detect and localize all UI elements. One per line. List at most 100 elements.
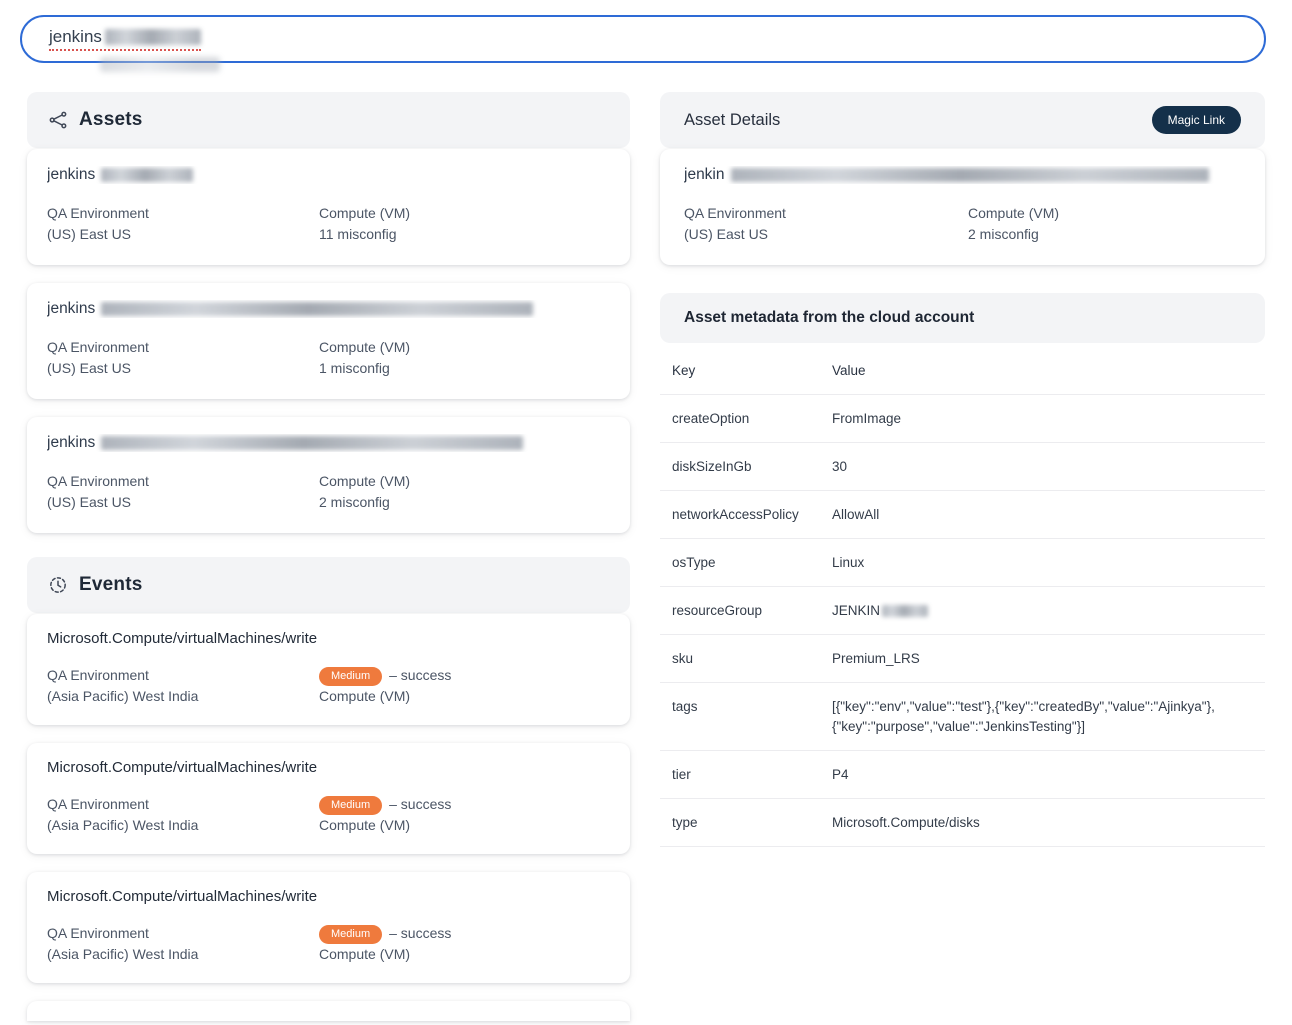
asset-card[interactable]: jenkins QA Environment (US) East US Comp… [27, 417, 630, 533]
metadata-title: Asset metadata from the cloud account [684, 309, 974, 327]
meta-value: JENKIN [820, 587, 1265, 635]
asset-region: (US) East US [47, 358, 319, 379]
assets-section-header: Assets [27, 92, 630, 148]
asset-misconfig-count: 2 misconfig [968, 224, 1059, 245]
metadata-row: createOption FromImage [660, 395, 1265, 443]
metadata-row: tier P4 [660, 751, 1265, 799]
meta-value: P4 [820, 751, 1265, 799]
assets-title: Assets [79, 109, 143, 131]
asset-type: Compute (VM) [319, 203, 410, 224]
event-region: (Asia Pacific) West India [47, 686, 319, 707]
redacted-asset-name [101, 436, 523, 450]
event-region: (Asia Pacific) West India [47, 944, 319, 965]
metadata-row: tags [{"key":"env","value":"test"},{"key… [660, 683, 1265, 751]
search-input[interactable]: jenkins [20, 15, 1266, 63]
event-status: – success [389, 667, 451, 683]
asset-name: jenkins [47, 300, 610, 318]
meta-key: tags [660, 683, 820, 751]
severity-badge: Medium [319, 667, 382, 686]
meta-key: osType [660, 539, 820, 587]
events-icon [48, 575, 68, 595]
event-name: Microsoft.Compute/virtualMachines/write [47, 630, 610, 647]
search-query-text: jenkins [49, 27, 102, 47]
redacted-asset-name [101, 168, 193, 182]
meta-value: Premium_LRS [820, 635, 1265, 683]
meta-key: createOption [660, 395, 820, 443]
metadata-row: resourceGroup JENKIN [660, 587, 1265, 635]
meta-key: diskSizeInGb [660, 443, 820, 491]
asset-name: jenkins [47, 166, 610, 184]
asset-region: (US) East US [684, 224, 968, 245]
event-environment: QA Environment [47, 923, 319, 944]
meta-key: resourceGroup [660, 587, 820, 635]
asset-type: Compute (VM) [968, 203, 1059, 224]
meta-value: Microsoft.Compute/disks [820, 799, 1265, 847]
event-asset-type: Compute (VM) [319, 944, 451, 965]
meta-value: FromImage [820, 395, 1265, 443]
asset-environment: QA Environment [47, 337, 319, 358]
metadata-header-row: Key Value [660, 347, 1265, 395]
assets-icon [48, 110, 68, 130]
event-region: (Asia Pacific) West India [47, 815, 319, 836]
asset-region: (US) East US [47, 224, 319, 245]
asset-details-title: Asset Details [684, 111, 780, 130]
metadata-row: type Microsoft.Compute/disks [660, 799, 1265, 847]
asset-card[interactable]: jenkins QA Environment (US) East US Comp… [27, 283, 630, 399]
asset-name: jenkins [47, 434, 610, 452]
asset-misconfig-count: 2 misconfig [319, 492, 410, 513]
severity-badge: Medium [319, 925, 382, 944]
meta-value: AllowAll [820, 491, 1265, 539]
metadata-row: osType Linux [660, 539, 1265, 587]
meta-value: [{"key":"env","value":"test"},{"key":"cr… [820, 683, 1265, 751]
asset-type: Compute (VM) [319, 337, 410, 358]
events-title: Events [79, 574, 143, 596]
asset-misconfig-count: 1 misconfig [319, 358, 410, 379]
event-environment: QA Environment [47, 665, 319, 686]
redacted-asset-name [731, 168, 1209, 182]
meta-value: Linux [820, 539, 1265, 587]
severity-badge: Medium [319, 796, 382, 815]
left-column: Assets jenkins QA Environment (US) East … [27, 92, 630, 1021]
metadata-value-column-header: Value [820, 347, 1265, 395]
event-card[interactable]: Microsoft.Compute/virtualMachines/write … [27, 872, 630, 983]
asset-details-header: Asset Details Magic Link [660, 92, 1265, 148]
event-asset-type: Compute (VM) [319, 815, 451, 836]
meta-key: tier [660, 751, 820, 799]
asset-region: (US) East US [47, 492, 319, 513]
metadata-section-header: Asset metadata from the cloud account [660, 293, 1265, 343]
meta-key: networkAccessPolicy [660, 491, 820, 539]
metadata-row: diskSizeInGb 30 [660, 443, 1265, 491]
event-card[interactable]: Microsoft.Compute/virtualMachines/write … [27, 614, 630, 725]
asset-environment: QA Environment [47, 203, 319, 224]
main-layout: Assets jenkins QA Environment (US) East … [27, 92, 1265, 1021]
redacted-asset-name [101, 302, 533, 316]
event-asset-type: Compute (VM) [319, 686, 451, 707]
meta-value: 30 [820, 443, 1265, 491]
redacted-resource-group [882, 605, 928, 617]
magic-link-button[interactable]: Magic Link [1152, 106, 1241, 134]
event-name: Microsoft.Compute/virtualMachines/write [47, 888, 610, 905]
asset-type: Compute (VM) [319, 471, 410, 492]
asset-misconfig-count: 11 misconfig [319, 224, 410, 245]
asset-environment: QA Environment [684, 203, 968, 224]
event-status: – success [389, 925, 451, 941]
event-card[interactable]: Microsoft.Compute/virtualMachines/write … [27, 743, 630, 854]
right-column: Asset Details Magic Link jenkin QA Envir… [660, 92, 1265, 1021]
metadata-row: sku Premium_LRS [660, 635, 1265, 683]
event-environment: QA Environment [47, 794, 319, 815]
search-query: jenkins [49, 27, 201, 51]
metadata-table: Key Value createOption FromImage diskSiz… [660, 347, 1265, 847]
redacted-search-text [105, 29, 201, 45]
event-name: Microsoft.Compute/virtualMachines/write [47, 759, 610, 776]
metadata-row: networkAccessPolicy AllowAll [660, 491, 1265, 539]
asset-card[interactable]: jenkins QA Environment (US) East US Comp… [27, 149, 630, 265]
metadata-key-column-header: Key [660, 347, 820, 395]
event-status: – success [389, 796, 451, 812]
meta-key: sku [660, 635, 820, 683]
selected-asset-card: jenkin QA Environment (US) East US Compu… [660, 149, 1265, 265]
meta-key: type [660, 799, 820, 847]
redacted-suggestion [100, 57, 220, 72]
selected-asset-name: jenkin [684, 166, 1241, 184]
event-card-partial [27, 1001, 630, 1021]
asset-environment: QA Environment [47, 471, 319, 492]
